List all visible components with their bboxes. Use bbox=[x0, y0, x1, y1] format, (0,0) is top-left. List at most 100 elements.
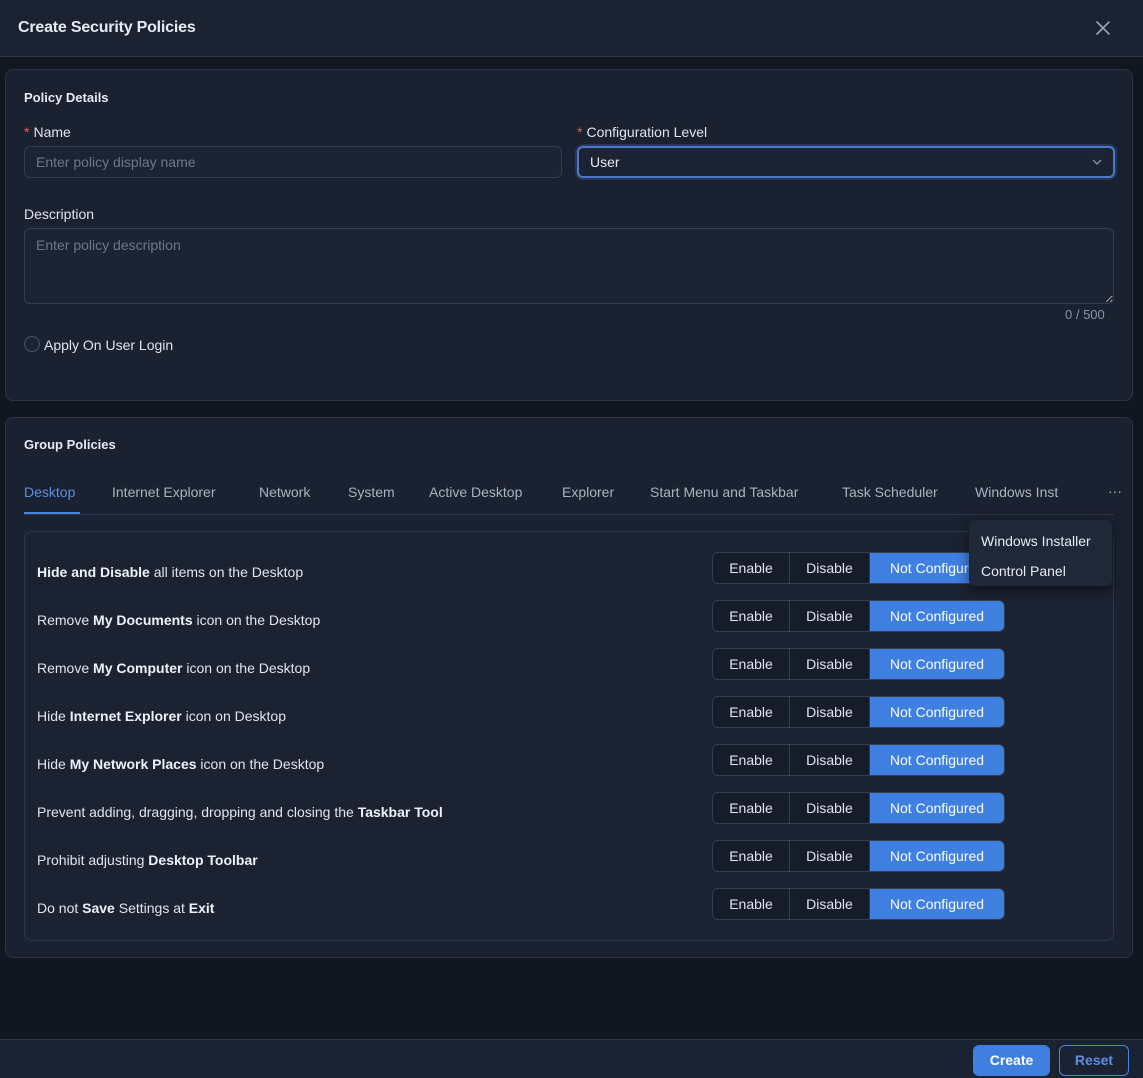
disable-option[interactable]: Disable bbox=[790, 841, 870, 871]
tab-network[interactable]: Network bbox=[259, 484, 310, 500]
enable-option[interactable]: Enable bbox=[713, 553, 790, 583]
policy-row: Hide Internet Explorer icon on Desktop En… bbox=[25, 692, 1113, 740]
policy-toggle-group: Enable Disable Not Configured bbox=[712, 696, 1005, 728]
create-button[interactable]: Create bbox=[973, 1045, 1050, 1076]
description-field[interactable] bbox=[24, 228, 1114, 304]
policy-label-bold: My Computer bbox=[93, 660, 183, 676]
name-label-text: Name bbox=[33, 124, 71, 140]
active-tab-indicator bbox=[24, 512, 80, 514]
policy-label-bold: Taskbar Tool bbox=[357, 804, 443, 820]
policy-row: Hide and Disable all items on the Deskto… bbox=[25, 548, 1113, 596]
policy-details-panel: Policy Details *Name *Configuration Leve… bbox=[5, 69, 1133, 401]
config-level-value: User bbox=[590, 154, 620, 170]
policy-label-text: Do not bbox=[37, 900, 83, 916]
policy-label-text: icon on the Desktop bbox=[196, 756, 325, 772]
dialog-footer: Create Reset bbox=[0, 1039, 1143, 1078]
disable-option[interactable]: Disable bbox=[790, 697, 870, 727]
policy-label-bold: My Network Places bbox=[69, 756, 197, 772]
disable-option[interactable]: Disable bbox=[790, 649, 870, 679]
policy-label-text: Prohibit adjusting bbox=[37, 852, 149, 868]
policy-row: Remove My Computer icon on the Desktop En… bbox=[25, 644, 1113, 692]
dialog-title: Create Security Policies bbox=[18, 19, 196, 36]
policy-row: Remove My Documents icon on the Desktop E… bbox=[25, 596, 1113, 644]
policy-label-text: Prevent adding, dragging, dropping and c… bbox=[37, 804, 358, 820]
policy-row: Do not Save Settings at Exit Enable Disabl… bbox=[25, 884, 1113, 932]
policy-toggle-group: Enable Disable Not Configured bbox=[712, 792, 1005, 824]
enable-option[interactable]: Enable bbox=[713, 889, 790, 919]
config-level-label: * Configuration Level bbox=[577, 124, 707, 140]
apply-login-radio[interactable] bbox=[24, 336, 40, 352]
policy-label: Remove My Computer icon on the Desktop bbox=[37, 660, 310, 676]
apply-login-label[interactable]: Apply On User Login bbox=[44, 337, 173, 353]
tab-system[interactable]: System bbox=[348, 484, 395, 500]
not-configured-option[interactable]: Not Configured bbox=[870, 649, 1004, 679]
policy-label-text: icon on Desktop bbox=[181, 708, 287, 724]
tab-windows-installer[interactable]: Windows Inst bbox=[975, 484, 1068, 500]
reset-button[interactable]: Reset bbox=[1059, 1045, 1129, 1076]
enable-option[interactable]: Enable bbox=[713, 793, 790, 823]
enable-option[interactable]: Enable bbox=[713, 697, 790, 727]
policy-label: Prohibit adjusting Desktop Toolbar bbox=[37, 852, 258, 868]
tab-internet-explorer[interactable]: Internet Explorer bbox=[112, 484, 216, 500]
disable-option[interactable]: Disable bbox=[790, 793, 870, 823]
policy-label-bold: Desktop Toolbar bbox=[148, 852, 258, 868]
name-field[interactable] bbox=[24, 146, 562, 178]
name-label: * Name bbox=[24, 124, 71, 140]
policy-row: Prevent adding, dragging, dropping and c… bbox=[25, 788, 1113, 836]
enable-option[interactable]: Enable bbox=[713, 601, 790, 631]
policy-label: Hide Internet Explorer icon on Desktop bbox=[37, 708, 286, 724]
not-configured-option[interactable]: Not Configured bbox=[870, 601, 1004, 631]
tab-active-desktop[interactable]: Active Desktop bbox=[429, 484, 522, 500]
config-level-select[interactable]: User bbox=[577, 146, 1115, 178]
policy-label-text: all items on the Desktop bbox=[149, 564, 304, 580]
policy-label: Prevent adding, dragging, dropping and c… bbox=[37, 804, 443, 820]
policy-label-bold: Save bbox=[82, 900, 115, 916]
not-configured-option[interactable]: Not Configured bbox=[870, 745, 1004, 775]
policy-label-text: Settings at bbox=[114, 900, 189, 916]
policy-label: Do not Save Settings at Exit bbox=[37, 900, 214, 916]
disable-option[interactable]: Disable bbox=[790, 553, 870, 583]
policy-label: Hide and Disable all items on the Deskto… bbox=[37, 564, 303, 580]
policy-label-bold: Internet Explorer bbox=[69, 708, 182, 724]
enable-option[interactable]: Enable bbox=[713, 649, 790, 679]
disable-option[interactable]: Disable bbox=[790, 601, 870, 631]
policy-label: Hide My Network Places icon on the Deskt… bbox=[37, 756, 324, 772]
not-configured-option[interactable]: Not Configured bbox=[870, 889, 1004, 919]
description-counter: 0 / 500 bbox=[1065, 307, 1105, 322]
policy-label-text: Hide bbox=[37, 708, 70, 724]
close-icon[interactable] bbox=[1092, 17, 1114, 39]
policy-label-bold: Exit bbox=[188, 900, 215, 916]
group-policies-title: Group Policies bbox=[24, 437, 116, 452]
enable-option[interactable]: Enable bbox=[713, 745, 790, 775]
more-tabs-button[interactable]: ··· bbox=[1108, 483, 1122, 499]
dialog-header: Create Security Policies bbox=[0, 0, 1143, 57]
policy-label-text: icon on the Desktop bbox=[192, 612, 321, 628]
enable-option[interactable]: Enable bbox=[713, 841, 790, 871]
policy-toggle-group: Enable Disable Not Configured bbox=[712, 744, 1005, 776]
required-mark: * bbox=[577, 124, 583, 140]
policy-toggle-group: Enable Disable Not Configured bbox=[712, 600, 1005, 632]
disable-option[interactable]: Disable bbox=[790, 889, 870, 919]
not-configured-option[interactable]: Not Configured bbox=[870, 697, 1004, 727]
policy-row: Prohibit adjusting Desktop Toolbar Enable… bbox=[25, 836, 1113, 884]
policy-toggle-group: Enable Disable Not Configured bbox=[712, 648, 1005, 680]
tab-start-menu-taskbar[interactable]: Start Menu and Taskbar bbox=[650, 484, 798, 500]
description-label: Description bbox=[24, 206, 95, 222]
not-configured-option[interactable]: Not Configured bbox=[870, 841, 1004, 871]
policy-label-bold: My Documents bbox=[93, 612, 193, 628]
policy-toggle-group: Enable Disable Not Configured bbox=[712, 840, 1005, 872]
config-level-label-text: Configuration Level bbox=[586, 124, 708, 140]
menu-item-windows-installer[interactable]: Windows Installer bbox=[969, 526, 1112, 556]
disable-option[interactable]: Disable bbox=[790, 745, 870, 775]
policy-label-text: icon on the Desktop bbox=[182, 660, 311, 676]
tab-task-scheduler[interactable]: Task Scheduler bbox=[842, 484, 938, 500]
menu-item-control-panel[interactable]: Control Panel bbox=[969, 556, 1112, 586]
not-configured-option[interactable]: Not Configured bbox=[870, 793, 1004, 823]
tab-explorer[interactable]: Explorer bbox=[562, 484, 614, 500]
policy-label-bold: Hide and Disable bbox=[37, 564, 150, 580]
tabs-overflow-menu: Windows Installer Control Panel bbox=[969, 520, 1112, 586]
policy-toggle-group: Enable Disable Not Configured bbox=[712, 552, 1005, 584]
policy-label-text: Remove bbox=[37, 660, 94, 676]
tab-desktop[interactable]: Desktop bbox=[24, 484, 75, 500]
policy-label: Remove My Documents icon on the Desktop bbox=[37, 612, 320, 628]
